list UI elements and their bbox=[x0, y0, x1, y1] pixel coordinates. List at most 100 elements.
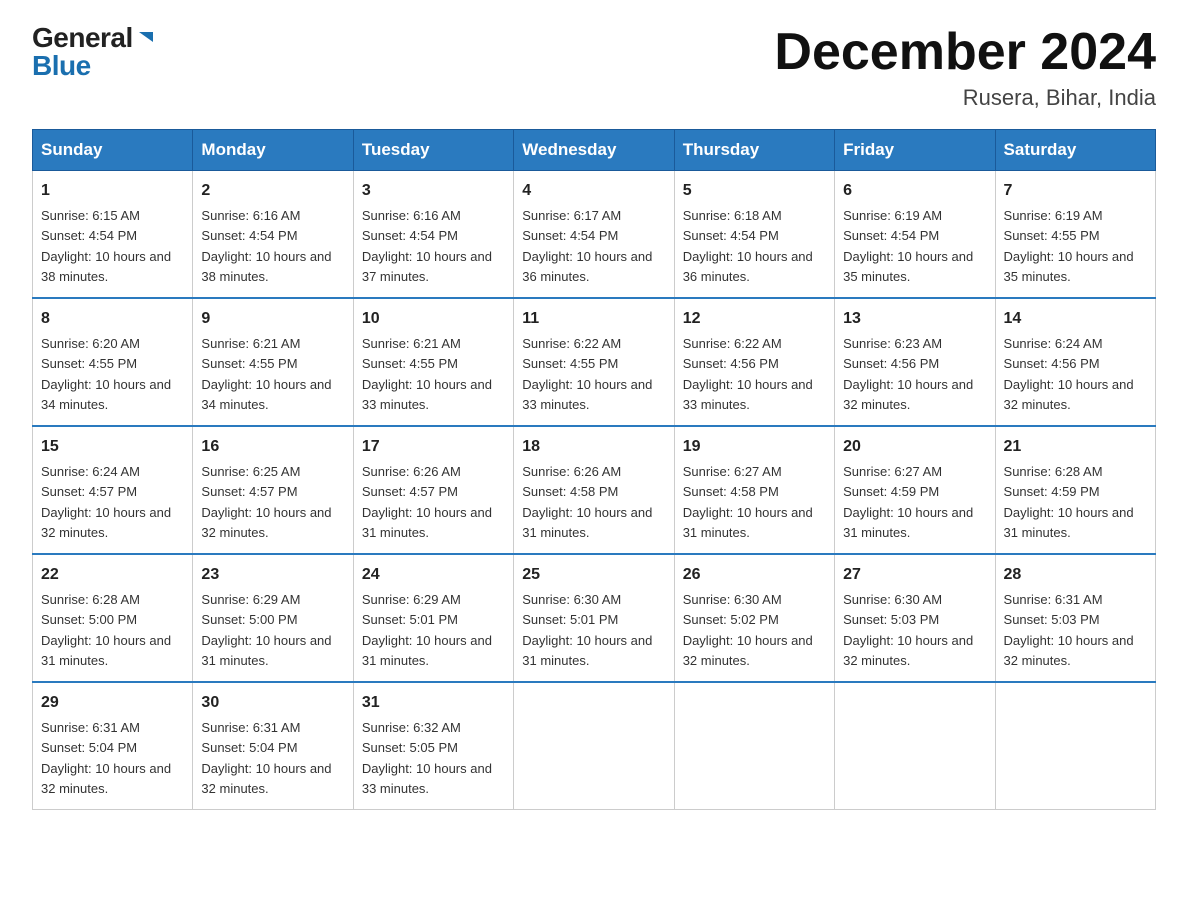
day-number: 14 bbox=[1004, 307, 1147, 331]
calendar-cell: 25 Sunrise: 6:30 AMSunset: 5:01 PMDaylig… bbox=[514, 554, 674, 682]
day-number: 27 bbox=[843, 563, 986, 587]
day-number: 22 bbox=[41, 563, 184, 587]
calendar-cell: 16 Sunrise: 6:25 AMSunset: 4:57 PMDaylig… bbox=[193, 426, 353, 554]
day-number: 13 bbox=[843, 307, 986, 331]
calendar-cell: 27 Sunrise: 6:30 AMSunset: 5:03 PMDaylig… bbox=[835, 554, 995, 682]
calendar-cell: 17 Sunrise: 6:26 AMSunset: 4:57 PMDaylig… bbox=[353, 426, 513, 554]
calendar-cell bbox=[674, 682, 834, 810]
day-number: 15 bbox=[41, 435, 184, 459]
week-row-4: 22 Sunrise: 6:28 AMSunset: 5:00 PMDaylig… bbox=[33, 554, 1156, 682]
calendar-cell: 23 Sunrise: 6:29 AMSunset: 5:00 PMDaylig… bbox=[193, 554, 353, 682]
day-info: Sunrise: 6:22 AMSunset: 4:56 PMDaylight:… bbox=[683, 336, 813, 412]
header-tuesday: Tuesday bbox=[353, 130, 513, 171]
day-number: 1 bbox=[41, 179, 184, 203]
header-friday: Friday bbox=[835, 130, 995, 171]
day-info: Sunrise: 6:31 AMSunset: 5:04 PMDaylight:… bbox=[41, 720, 171, 796]
calendar-cell: 4 Sunrise: 6:17 AMSunset: 4:54 PMDayligh… bbox=[514, 171, 674, 299]
calendar-cell: 28 Sunrise: 6:31 AMSunset: 5:03 PMDaylig… bbox=[995, 554, 1155, 682]
calendar-cell: 29 Sunrise: 6:31 AMSunset: 5:04 PMDaylig… bbox=[33, 682, 193, 810]
day-info: Sunrise: 6:25 AMSunset: 4:57 PMDaylight:… bbox=[201, 464, 331, 540]
calendar-cell: 19 Sunrise: 6:27 AMSunset: 4:58 PMDaylig… bbox=[674, 426, 834, 554]
calendar-cell: 8 Sunrise: 6:20 AMSunset: 4:55 PMDayligh… bbox=[33, 298, 193, 426]
day-number: 9 bbox=[201, 307, 344, 331]
calendar-header: SundayMondayTuesdayWednesdayThursdayFrid… bbox=[33, 130, 1156, 171]
day-info: Sunrise: 6:16 AMSunset: 4:54 PMDaylight:… bbox=[362, 208, 492, 284]
calendar-cell: 18 Sunrise: 6:26 AMSunset: 4:58 PMDaylig… bbox=[514, 426, 674, 554]
day-info: Sunrise: 6:17 AMSunset: 4:54 PMDaylight:… bbox=[522, 208, 652, 284]
day-number: 31 bbox=[362, 691, 505, 715]
calendar-cell: 1 Sunrise: 6:15 AMSunset: 4:54 PMDayligh… bbox=[33, 171, 193, 299]
header-saturday: Saturday bbox=[995, 130, 1155, 171]
page-header: General Blue December 2024 Rusera, Bihar… bbox=[32, 24, 1156, 111]
day-number: 8 bbox=[41, 307, 184, 331]
day-info: Sunrise: 6:30 AMSunset: 5:01 PMDaylight:… bbox=[522, 592, 652, 668]
day-info: Sunrise: 6:30 AMSunset: 5:02 PMDaylight:… bbox=[683, 592, 813, 668]
calendar-cell: 13 Sunrise: 6:23 AMSunset: 4:56 PMDaylig… bbox=[835, 298, 995, 426]
calendar-cell: 10 Sunrise: 6:21 AMSunset: 4:55 PMDaylig… bbox=[353, 298, 513, 426]
header-monday: Monday bbox=[193, 130, 353, 171]
day-number: 21 bbox=[1004, 435, 1147, 459]
day-number: 24 bbox=[362, 563, 505, 587]
calendar-cell: 15 Sunrise: 6:24 AMSunset: 4:57 PMDaylig… bbox=[33, 426, 193, 554]
day-number: 4 bbox=[522, 179, 665, 203]
calendar-cell: 24 Sunrise: 6:29 AMSunset: 5:01 PMDaylig… bbox=[353, 554, 513, 682]
logo-arrow-icon bbox=[135, 26, 157, 48]
day-info: Sunrise: 6:31 AMSunset: 5:04 PMDaylight:… bbox=[201, 720, 331, 796]
day-info: Sunrise: 6:22 AMSunset: 4:55 PMDaylight:… bbox=[522, 336, 652, 412]
day-number: 7 bbox=[1004, 179, 1147, 203]
calendar-cell: 30 Sunrise: 6:31 AMSunset: 5:04 PMDaylig… bbox=[193, 682, 353, 810]
day-number: 10 bbox=[362, 307, 505, 331]
day-info: Sunrise: 6:21 AMSunset: 4:55 PMDaylight:… bbox=[201, 336, 331, 412]
day-info: Sunrise: 6:27 AMSunset: 4:59 PMDaylight:… bbox=[843, 464, 973, 540]
calendar-cell: 5 Sunrise: 6:18 AMSunset: 4:54 PMDayligh… bbox=[674, 171, 834, 299]
day-number: 30 bbox=[201, 691, 344, 715]
day-number: 26 bbox=[683, 563, 826, 587]
header-thursday: Thursday bbox=[674, 130, 834, 171]
day-info: Sunrise: 6:24 AMSunset: 4:57 PMDaylight:… bbox=[41, 464, 171, 540]
day-number: 11 bbox=[522, 307, 665, 331]
day-number: 16 bbox=[201, 435, 344, 459]
logo: General Blue bbox=[32, 24, 157, 80]
day-info: Sunrise: 6:23 AMSunset: 4:56 PMDaylight:… bbox=[843, 336, 973, 412]
calendar-cell: 9 Sunrise: 6:21 AMSunset: 4:55 PMDayligh… bbox=[193, 298, 353, 426]
week-row-5: 29 Sunrise: 6:31 AMSunset: 5:04 PMDaylig… bbox=[33, 682, 1156, 810]
day-number: 17 bbox=[362, 435, 505, 459]
day-info: Sunrise: 6:26 AMSunset: 4:57 PMDaylight:… bbox=[362, 464, 492, 540]
day-number: 19 bbox=[683, 435, 826, 459]
calendar-table: SundayMondayTuesdayWednesdayThursdayFrid… bbox=[32, 129, 1156, 810]
header-row: SundayMondayTuesdayWednesdayThursdayFrid… bbox=[33, 130, 1156, 171]
week-row-3: 15 Sunrise: 6:24 AMSunset: 4:57 PMDaylig… bbox=[33, 426, 1156, 554]
day-number: 3 bbox=[362, 179, 505, 203]
calendar-cell: 20 Sunrise: 6:27 AMSunset: 4:59 PMDaylig… bbox=[835, 426, 995, 554]
day-info: Sunrise: 6:18 AMSunset: 4:54 PMDaylight:… bbox=[683, 208, 813, 284]
day-number: 2 bbox=[201, 179, 344, 203]
calendar-cell: 22 Sunrise: 6:28 AMSunset: 5:00 PMDaylig… bbox=[33, 554, 193, 682]
day-info: Sunrise: 6:30 AMSunset: 5:03 PMDaylight:… bbox=[843, 592, 973, 668]
calendar-cell: 14 Sunrise: 6:24 AMSunset: 4:56 PMDaylig… bbox=[995, 298, 1155, 426]
page-subtitle: Rusera, Bihar, India bbox=[774, 85, 1156, 111]
day-info: Sunrise: 6:24 AMSunset: 4:56 PMDaylight:… bbox=[1004, 336, 1134, 412]
day-number: 25 bbox=[522, 563, 665, 587]
day-info: Sunrise: 6:16 AMSunset: 4:54 PMDaylight:… bbox=[201, 208, 331, 284]
calendar-cell: 21 Sunrise: 6:28 AMSunset: 4:59 PMDaylig… bbox=[995, 426, 1155, 554]
day-info: Sunrise: 6:20 AMSunset: 4:55 PMDaylight:… bbox=[41, 336, 171, 412]
week-row-1: 1 Sunrise: 6:15 AMSunset: 4:54 PMDayligh… bbox=[33, 171, 1156, 299]
calendar-cell bbox=[995, 682, 1155, 810]
day-number: 23 bbox=[201, 563, 344, 587]
day-info: Sunrise: 6:27 AMSunset: 4:58 PMDaylight:… bbox=[683, 464, 813, 540]
day-number: 29 bbox=[41, 691, 184, 715]
day-info: Sunrise: 6:32 AMSunset: 5:05 PMDaylight:… bbox=[362, 720, 492, 796]
day-info: Sunrise: 6:15 AMSunset: 4:54 PMDaylight:… bbox=[41, 208, 171, 284]
calendar-cell: 12 Sunrise: 6:22 AMSunset: 4:56 PMDaylig… bbox=[674, 298, 834, 426]
calendar-body: 1 Sunrise: 6:15 AMSunset: 4:54 PMDayligh… bbox=[33, 171, 1156, 810]
calendar-cell bbox=[835, 682, 995, 810]
calendar-cell: 3 Sunrise: 6:16 AMSunset: 4:54 PMDayligh… bbox=[353, 171, 513, 299]
day-info: Sunrise: 6:19 AMSunset: 4:55 PMDaylight:… bbox=[1004, 208, 1134, 284]
day-info: Sunrise: 6:19 AMSunset: 4:54 PMDaylight:… bbox=[843, 208, 973, 284]
calendar-cell: 7 Sunrise: 6:19 AMSunset: 4:55 PMDayligh… bbox=[995, 171, 1155, 299]
day-info: Sunrise: 6:21 AMSunset: 4:55 PMDaylight:… bbox=[362, 336, 492, 412]
day-info: Sunrise: 6:29 AMSunset: 5:00 PMDaylight:… bbox=[201, 592, 331, 668]
day-info: Sunrise: 6:31 AMSunset: 5:03 PMDaylight:… bbox=[1004, 592, 1134, 668]
page-title: December 2024 bbox=[774, 24, 1156, 81]
calendar-cell: 6 Sunrise: 6:19 AMSunset: 4:54 PMDayligh… bbox=[835, 171, 995, 299]
